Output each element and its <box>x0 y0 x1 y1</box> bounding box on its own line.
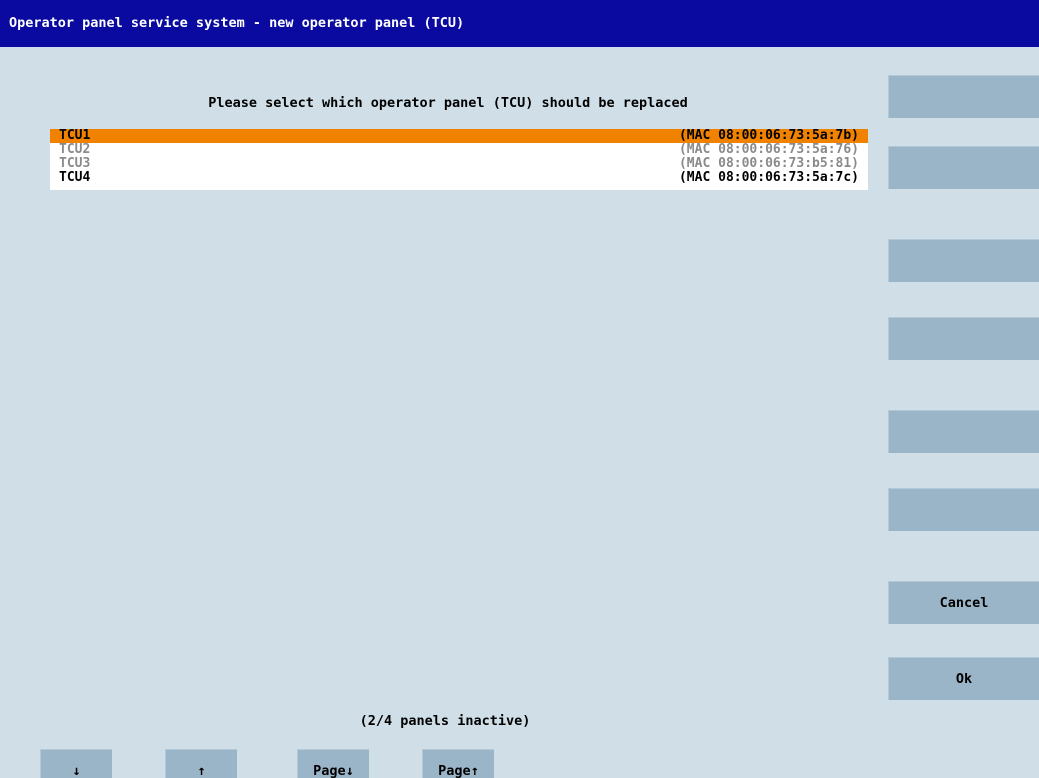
cancel-button[interactable]: Cancel <box>888 581 1039 624</box>
page-up-button[interactable]: Page↑ <box>422 749 494 778</box>
panel-mac: (MAC 08:00:06:73:b5:81) <box>678 156 859 171</box>
vertical-softkey-3[interactable] <box>888 239 1039 282</box>
vertical-softkey-1[interactable] <box>888 75 1039 118</box>
panel-list: TCU1 (MAC 08:00:06:73:5a:7b) TCU2 (MAC 0… <box>50 129 868 190</box>
panel-name: TCU2 <box>59 142 91 157</box>
ok-button[interactable]: Ok <box>888 657 1039 700</box>
selection-prompt: Please select which operator panel (TCU)… <box>208 95 688 111</box>
vertical-softkey-4[interactable] <box>888 317 1039 360</box>
window-title-bar: Operator panel service system - new oper… <box>0 0 1039 47</box>
arrow-up-button[interactable]: ↑ <box>165 749 237 778</box>
panel-row-tcu3[interactable]: TCU3 (MAC 08:00:06:73:b5:81) <box>50 157 868 171</box>
vertical-softkey-6[interactable] <box>888 488 1039 531</box>
window-title: Operator panel service system - new oper… <box>9 15 465 31</box>
panel-mac: (MAC 08:00:06:73:5a:7c) <box>678 170 859 185</box>
panel-row-tcu4[interactable]: TCU4 (MAC 08:00:06:73:5a:7c) <box>50 171 868 185</box>
vertical-softkey-2[interactable] <box>888 146 1039 189</box>
panel-row-tcu2[interactable]: TCU2 (MAC 08:00:06:73:5a:76) <box>50 143 868 157</box>
vertical-softkey-5[interactable] <box>888 410 1039 453</box>
page-down-button[interactable]: Page↓ <box>297 749 369 778</box>
panel-row-tcu1[interactable]: TCU1 (MAC 08:00:06:73:5a:7b) <box>50 129 868 143</box>
status-inactive-panels: (2/4 panels inactive) <box>359 713 531 729</box>
panel-name: TCU3 <box>59 156 91 171</box>
panel-mac: (MAC 08:00:06:73:5a:76) <box>678 142 859 157</box>
arrow-down-button[interactable]: ↓ <box>40 749 112 778</box>
panel-name: TCU1 <box>59 128 91 143</box>
panel-name: TCU4 <box>59 170 91 185</box>
panel-mac: (MAC 08:00:06:73:5a:7b) <box>678 128 859 143</box>
